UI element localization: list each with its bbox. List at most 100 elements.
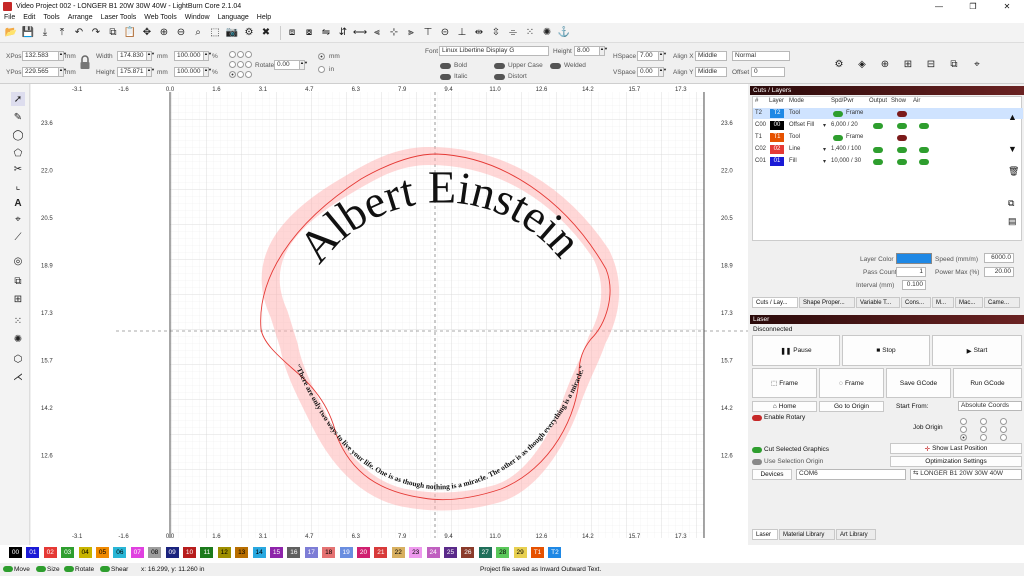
job-origin-mc-radio[interactable] [980,426,987,433]
palette-layer-14[interactable]: 14 [252,547,266,558]
convert-path-icon[interactable]: ⌖ [970,57,984,71]
mode-dropdown-icon[interactable]: ▾ [823,146,826,153]
anchor-mr-radio[interactable] [245,61,252,68]
frame-circle-button[interactable]: ◌ Frame [819,368,884,398]
stop-button[interactable]: ■ Stop [842,335,930,366]
menu-item-laser-tools[interactable]: Laser Tools [101,14,137,21]
output-toggle[interactable] [873,147,883,153]
menu-item-window[interactable]: Window [185,14,210,21]
ypos-field[interactable]: 229.565 [22,67,60,77]
optimization-settings-button[interactable]: Optimization Settings [890,456,1022,467]
cuts-panel-tab[interactable]: Cuts / Lay... [752,297,798,308]
layer-mode[interactable]: Tool [789,134,800,140]
job-origin-tl-radio[interactable] [960,418,967,425]
frame-toggle[interactable] [833,135,843,141]
palette-layer-02[interactable]: 02 [43,547,57,558]
anchor-bl-radio[interactable] [229,71,236,78]
palette-layer-18[interactable]: 18 [322,547,336,558]
xpos-spinner[interactable]: ▲▼ [58,51,67,61]
mode-dropdown-icon[interactable]: ▾ [823,158,826,165]
job-origin-bl-radio[interactable] [960,434,967,441]
show-toggle[interactable] [897,111,907,117]
show-toggle[interactable] [897,147,907,153]
palette-layer-03[interactable]: 03 [61,547,75,558]
layer-row[interactable]: C01 01 Fill ▾ 10,000 / 30 [753,156,1023,167]
close-button[interactable]: ✕ [990,0,1024,12]
palette-layer-25[interactable]: 25 [444,547,457,558]
zoom-frame-icon[interactable]: ⌕ [191,26,205,40]
device-select[interactable]: ⇆ LONGER B1 20W 30W 40W [910,469,1022,480]
enable-rotary-toggle[interactable] [752,415,762,421]
size-toggle[interactable] [36,566,46,572]
move-icon[interactable]: ✥ [140,26,154,40]
palette-layer-12[interactable]: 12 [217,547,231,558]
vspace-spinner[interactable]: ▲▼ [658,67,667,77]
output-toggle[interactable] [873,123,883,129]
palette-layer-23[interactable]: 23 [409,547,423,558]
ellipse-tool-icon[interactable]: ◯ [11,128,25,142]
node-edit-icon[interactable]: ⚙ [832,57,846,71]
palette-layer-13[interactable]: 13 [235,547,249,558]
scale-width-spinner[interactable]: ▲▼ [203,51,212,61]
align-bottom-icon[interactable]: ⊥ [455,26,469,40]
shear-toggle[interactable] [100,566,110,572]
frame-toggle[interactable] [833,111,843,117]
layer-row[interactable]: T2 T2 Tool Frame [753,108,1023,119]
import-icon[interactable]: ⤓ [38,26,52,40]
paste-icon[interactable]: 📋 [123,26,137,40]
pass-count-field[interactable]: 1 [896,267,926,277]
palette-layer-26[interactable]: 26 [461,547,475,558]
circle-tool-icon[interactable]: ◎ [11,254,25,268]
layer-up-icon[interactable]: ▲ [1008,112,1020,124]
settings-icon[interactable]: ⚙ [242,26,256,40]
align-center-icon[interactable]: ⊹ [387,26,401,40]
align-middle-icon[interactable]: ⊝ [438,26,452,40]
vspace-field[interactable]: 0.00 [637,67,659,77]
boolean-tool-icon[interactable]: ⊞ [11,292,25,306]
palette-layer-07[interactable]: 07 [130,547,144,558]
anchor-br-radio[interactable] [245,71,252,78]
show-toggle[interactable] [897,135,907,141]
circular-array-icon[interactable]: ✺ [540,26,554,40]
cuts-panel-tab[interactable]: Variable T... [856,297,900,308]
scale-width-field[interactable]: 100.000 [174,51,204,61]
anchor-bc-radio[interactable] [237,71,244,78]
maximize-button[interactable]: ❐ [956,0,990,12]
minimize-button[interactable]: — [922,0,956,12]
layer-copy-icon[interactable]: ⧉ [1008,198,1020,210]
menu-item-file[interactable]: File [4,14,15,21]
laser-panel-tab[interactable]: Laser [752,529,778,540]
rotate-toggle[interactable] [64,566,74,572]
palette-layer-T2[interactable]: T2 [548,547,562,558]
ungroup-icon[interactable]: ⧇ [302,26,316,40]
xpos-field[interactable]: 132.583 [22,51,60,61]
dock-icon[interactable]: ⚓ [557,26,571,40]
export-icon[interactable]: ⤒ [55,26,69,40]
laser-panel-tab[interactable]: Art Library [836,529,876,540]
palette-layer-29[interactable]: 29 [513,547,527,558]
anchor-mc-radio[interactable] [237,61,244,68]
distribute-h-icon[interactable]: ⇹ [472,26,486,40]
move-toggle[interactable] [3,566,13,572]
font-height-spinner[interactable]: ▲▼ [599,46,608,56]
job-origin-br-radio[interactable] [1000,434,1007,441]
undo-icon[interactable]: ↶ [72,26,86,40]
pause-button[interactable]: ❚❚ Pause [752,335,840,366]
flip-v-icon[interactable]: ⇵ [336,26,350,40]
font-select[interactable]: Linux Libertine Display G [439,46,549,56]
zoom-in-icon[interactable]: ⊕ [157,26,171,40]
anchor-tl-radio[interactable] [229,51,236,58]
menu-item-arrange[interactable]: Arrange [68,14,93,21]
position-marker-icon[interactable]: ⌖ [11,212,25,226]
anchor-ml-radio[interactable] [229,61,236,68]
align-top-icon[interactable]: ⊤ [421,26,435,40]
palette-layer-11[interactable]: 11 [200,547,214,558]
menu-item-edit[interactable]: Edit [23,14,35,21]
palette-layer-24[interactable]: 24 [426,547,440,558]
open-file-icon[interactable]: 📂 [4,26,18,40]
frame-rect-button[interactable]: ⬚ Frame [752,368,817,398]
use-selection-origin-toggle[interactable] [752,459,762,465]
save-icon[interactable]: 💾 [21,26,35,40]
palette-layer-20[interactable]: 20 [357,547,370,558]
run-gcode-button[interactable]: Run GCode [953,368,1022,398]
